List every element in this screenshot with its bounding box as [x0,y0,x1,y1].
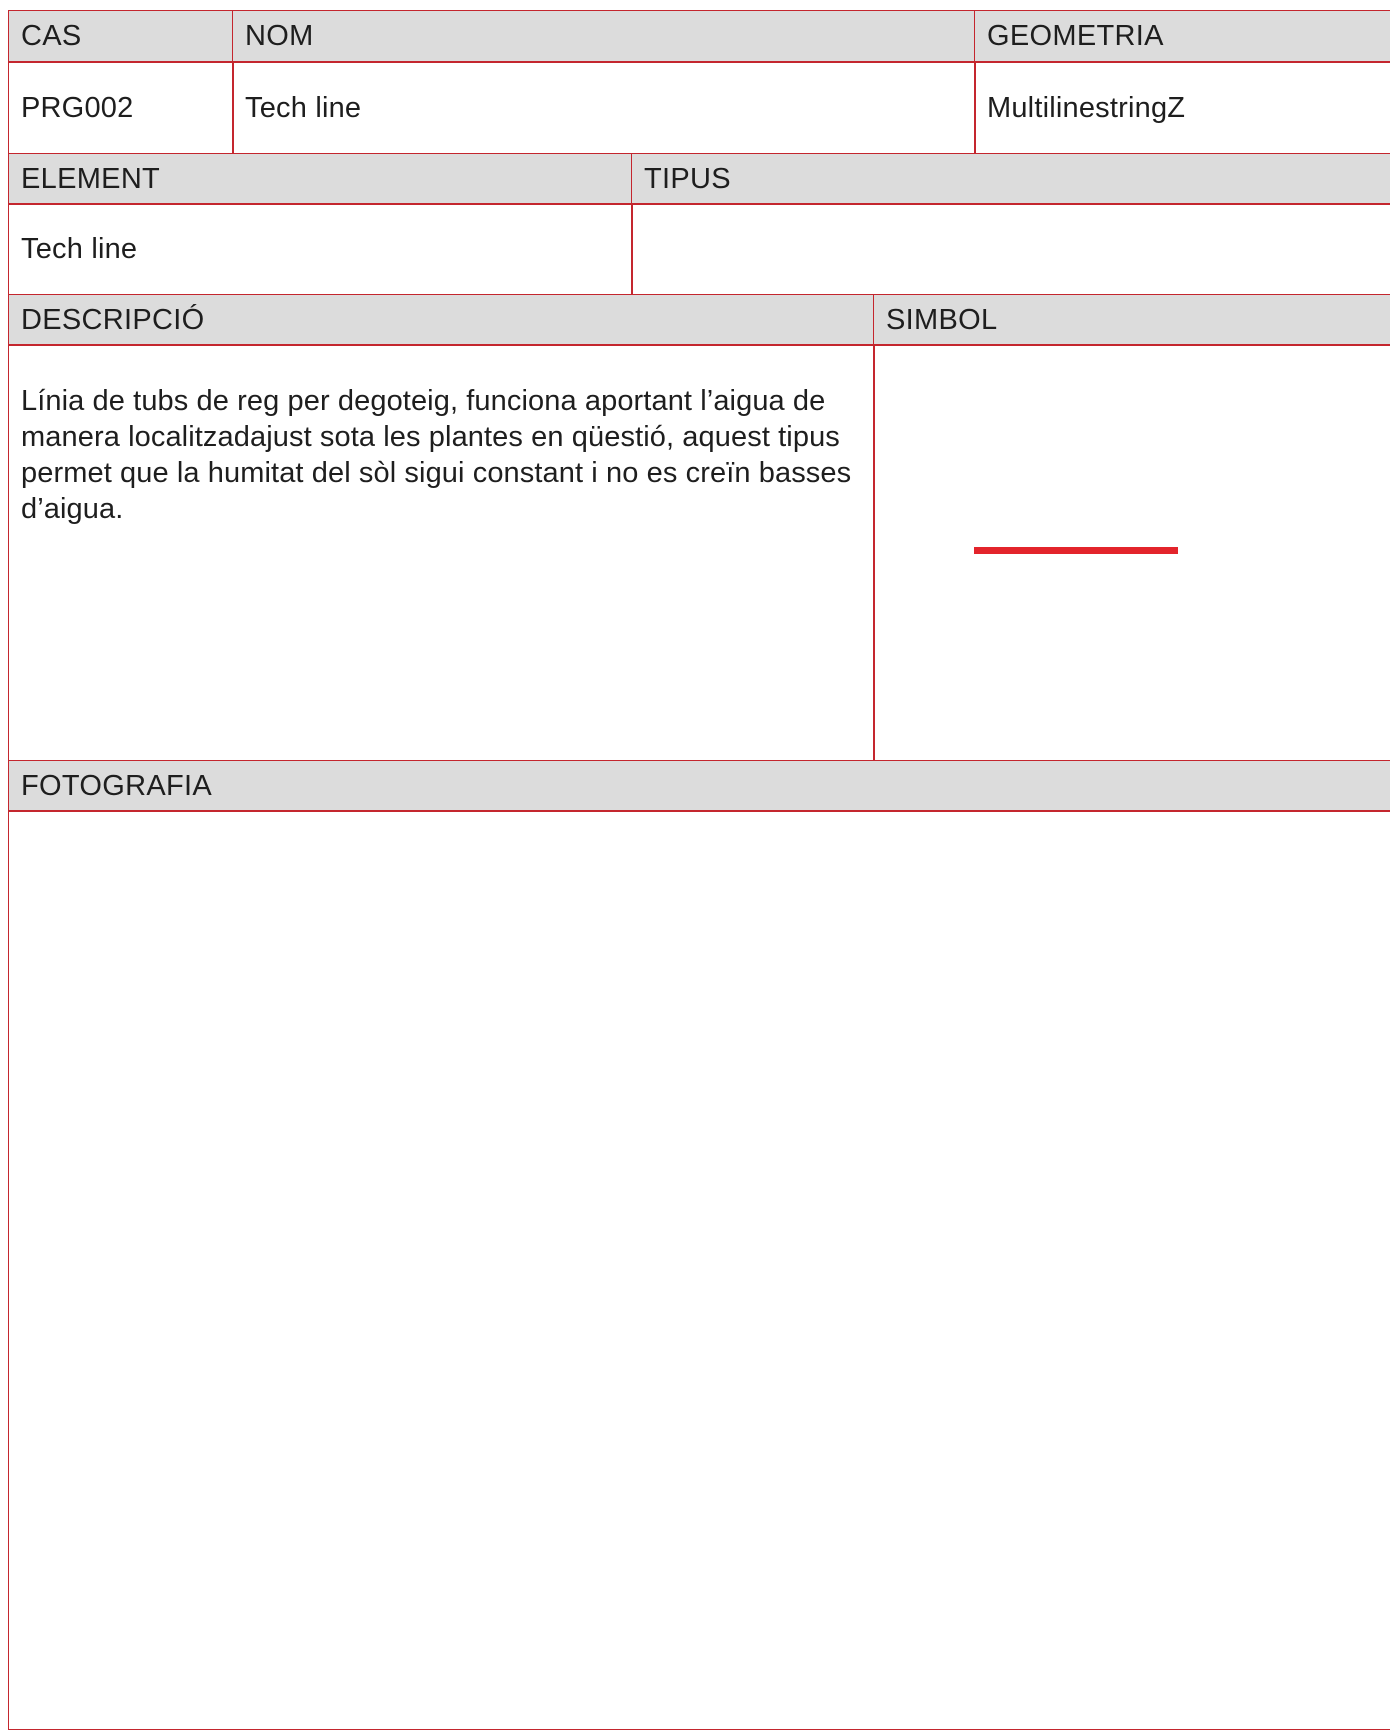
nom-header: NOM [232,10,976,63]
fotografia-header: FOTOGRAFIA [8,760,1390,812]
element-value: Tech line [8,203,633,296]
descripcio-value: Línia de tubs de reg per degoteig, funci… [21,385,852,525]
descripcio-cell: Línia de tubs de reg per degoteig, funci… [8,344,875,762]
descripcio-header: DESCRIPCIÓ [8,294,875,346]
cas-header: CAS [8,10,234,63]
simbol-cell [873,344,1390,762]
fotografia-area [8,810,1390,1730]
red-line-symbol [974,547,1178,554]
element-header: ELEMENT [8,153,633,205]
geometria-header: GEOMETRIA [974,10,1390,63]
nom-value: Tech line [232,61,976,155]
geometria-value: MultilinestringZ [974,61,1390,155]
cas-value: PRG002 [8,61,234,155]
simbol-header: SIMBOL [873,294,1390,346]
tipus-header: TIPUS [631,153,1390,205]
tipus-value [631,203,1390,296]
